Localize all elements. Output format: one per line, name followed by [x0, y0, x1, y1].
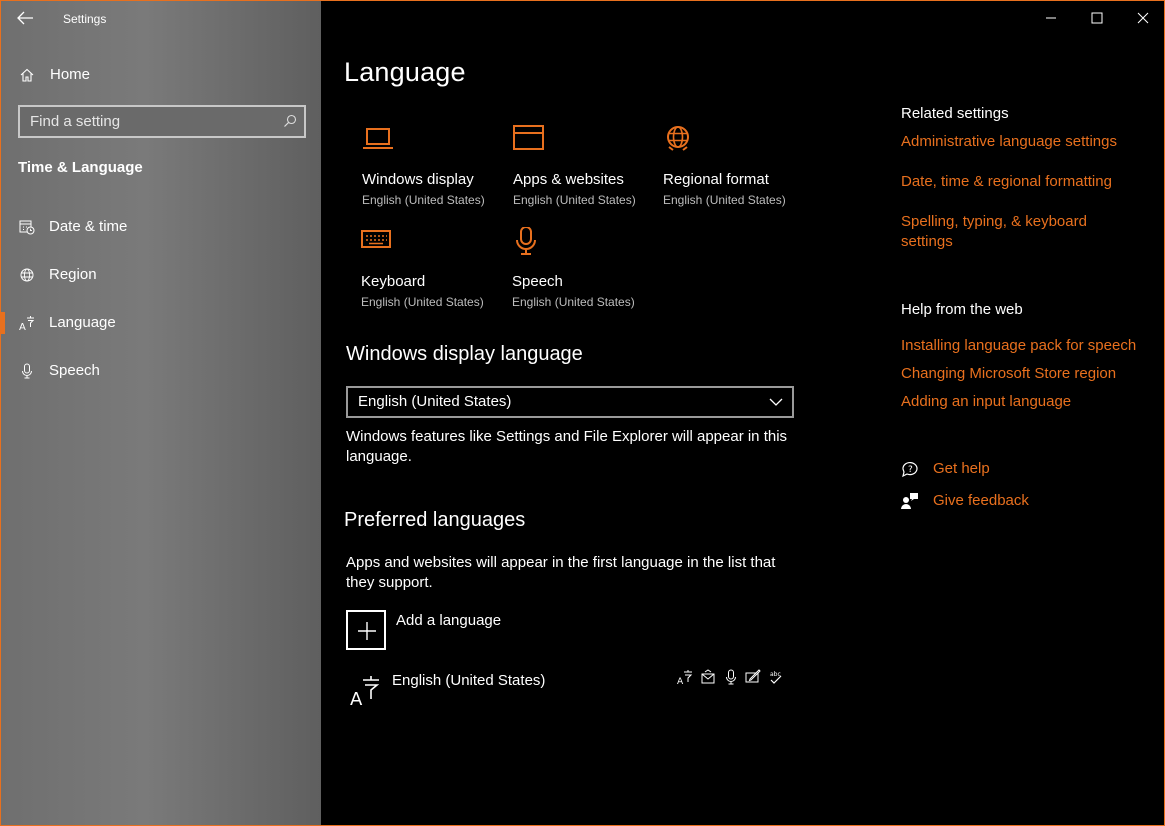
minimize-icon — [1046, 17, 1056, 19]
calendar-clock-icon — [19, 220, 35, 235]
link-administrative-language-settings[interactable]: Administrative language settings — [901, 132, 1117, 152]
keyboard-icon — [361, 230, 391, 248]
preferred-languages-description: Apps and websites will appear in the fir… — [346, 554, 776, 591]
sidebar-item-label: Date & time — [49, 218, 128, 235]
search-input[interactable]: Find a setting — [18, 105, 306, 138]
svg-text:A: A — [19, 322, 26, 331]
add-language-label: Add a language — [396, 612, 502, 629]
tile-apps-websites[interactable]: Apps & websites English (United States) — [513, 125, 653, 215]
tile-sublabel: English (United States) — [512, 295, 635, 309]
svg-text:A: A — [350, 689, 363, 707]
language-list-item[interactable]: A English (United States) A abc — [346, 669, 794, 711]
link-date-time-regional-formatting[interactable]: Date, time & regional formatting — [901, 172, 1112, 192]
tile-label: Apps & websites — [513, 171, 624, 188]
sidebar-item-label: Region — [49, 266, 97, 283]
sidebar-item-label: Language — [49, 314, 116, 331]
tile-label: Windows display — [362, 171, 474, 188]
handwriting-icon — [745, 669, 761, 683]
add-language-box — [346, 610, 386, 650]
page-title: Language — [344, 57, 466, 87]
close-button[interactable] — [1120, 1, 1164, 33]
sidebar-item-label: Speech — [49, 362, 100, 379]
settings-window: Settings Home Find a setting Time & Lang… — [0, 0, 1165, 826]
back-arrow-icon — [17, 11, 33, 25]
microphone-icon — [516, 227, 536, 255]
selection-indicator — [1, 312, 5, 334]
spell-check-icon: abc — [770, 671, 782, 684]
link-adding-input-language[interactable]: Adding an input language — [901, 392, 1071, 412]
sidebar: Settings Home Find a setting Time & Lang… — [1, 1, 321, 825]
svg-text:?: ? — [908, 465, 913, 475]
sidebar-item-language[interactable]: A Language — [1, 303, 321, 343]
tile-label: Regional format — [663, 171, 769, 188]
get-help-link[interactable]: ? Get help — [901, 458, 1101, 482]
close-icon — [1137, 12, 1149, 24]
language-icon: A — [350, 676, 380, 707]
browser-window-icon — [513, 125, 544, 150]
titlebar-left: Settings — [1, 1, 321, 35]
sidebar-item-region[interactable]: Region — [1, 255, 321, 295]
nav-home[interactable]: Home — [1, 59, 321, 91]
plus-icon — [358, 622, 376, 640]
display-language-description: Windows features like Settings and File … — [346, 428, 788, 465]
give-feedback-label: Give feedback — [933, 492, 1029, 509]
tile-speech[interactable]: Speech English (United States) — [512, 227, 652, 317]
sidebar-item-date-time[interactable]: Date & time — [1, 207, 321, 247]
globe-icon — [667, 126, 689, 151]
globe-icon — [20, 268, 34, 282]
display-language-heading: Windows display language — [346, 343, 583, 365]
help-chat-icon: ? — [902, 462, 918, 478]
svg-text:A: A — [677, 677, 684, 685]
maximize-button[interactable] — [1074, 1, 1120, 33]
search-icon — [284, 114, 297, 127]
tile-windows-display[interactable]: Windows display English (United States) — [362, 125, 502, 215]
app-title: Settings — [63, 12, 107, 26]
help-from-web-heading: Help from the web — [901, 301, 1023, 318]
svg-text:abc: abc — [770, 671, 781, 678]
tile-sublabel: English (United States) — [361, 295, 484, 309]
dropdown-value: English (United States) — [358, 393, 512, 410]
get-help-label: Get help — [933, 460, 990, 477]
language-icon: A — [19, 316, 35, 331]
sidebar-item-speech[interactable]: Speech — [1, 351, 321, 391]
display-language-dropdown[interactable]: English (United States) — [346, 386, 794, 418]
preferred-languages-heading: Preferred languages — [344, 509, 526, 531]
laptop-icon — [363, 128, 393, 149]
chevron-down-icon — [769, 398, 783, 406]
link-changing-store-region[interactable]: Changing Microsoft Store region — [901, 364, 1116, 384]
back-button[interactable] — [13, 7, 39, 29]
related-settings-heading: Related settings — [901, 105, 1009, 122]
tile-regional-format[interactable]: Regional format English (United States) — [663, 125, 803, 215]
microphone-icon — [22, 363, 32, 379]
link-installing-language-pack[interactable]: Installing language pack for speech — [901, 336, 1136, 356]
maximize-icon — [1091, 12, 1103, 24]
text-to-speech-icon — [701, 669, 715, 684]
give-feedback-link[interactable]: Give feedback — [901, 490, 1101, 514]
home-icon — [20, 68, 34, 82]
tile-label: Speech — [512, 273, 563, 290]
speech-recognition-icon — [726, 669, 736, 685]
tile-sublabel: English (United States) — [362, 193, 485, 207]
search-placeholder: Find a setting — [30, 113, 121, 130]
tile-keyboard[interactable]: Keyboard English (United States) — [361, 227, 501, 317]
link-spelling-typing-keyboard[interactable]: Spelling, typing, & keyboard settings — [901, 212, 1111, 252]
tile-label: Keyboard — [361, 273, 426, 290]
language-name: English (United States) — [392, 672, 546, 689]
add-language-button[interactable]: Add a language — [346, 610, 646, 650]
tile-sublabel: English (United States) — [513, 193, 636, 207]
section-title: Time & Language — [18, 159, 143, 176]
nav-home-label: Home — [50, 66, 91, 83]
display-language-icon: A — [677, 670, 693, 685]
feedback-person-icon — [901, 493, 918, 509]
minimize-button[interactable] — [1028, 1, 1074, 33]
tile-sublabel: English (United States) — [663, 193, 786, 207]
